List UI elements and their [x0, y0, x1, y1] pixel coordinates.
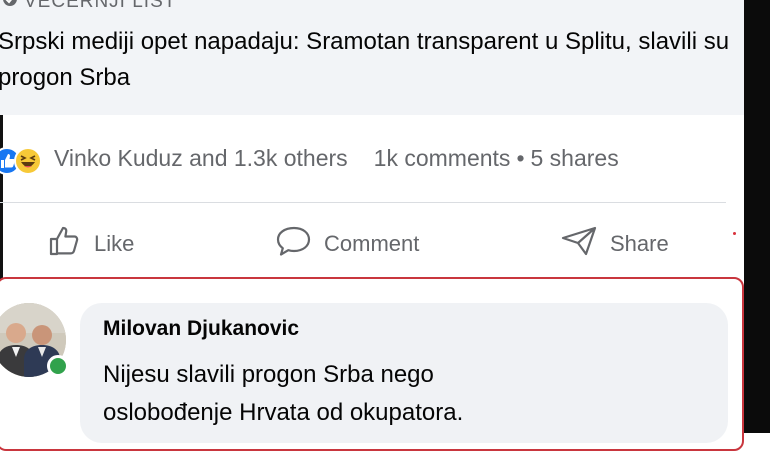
share-button[interactable]: Share	[560, 222, 669, 266]
comment-bubble-icon	[276, 225, 312, 263]
source-logo-icon	[2, 0, 18, 13]
link-preview-card[interactable]: VEČERNJI LIST Srpski mediji opet napadaj…	[0, 0, 744, 115]
like-label: Like	[94, 231, 135, 256]
comment-line-1: Nijesu slavili progon Srba nego	[103, 361, 434, 388]
send-share-icon	[560, 225, 598, 263]
stats-separator: •	[516, 144, 525, 171]
red-mark	[733, 232, 736, 235]
reactions-names[interactable]: Vinko Kuduz and 1.3k others	[54, 145, 348, 172]
comment-line-2: oslobođenje Hrvata od okupatora.	[103, 399, 464, 426]
link-headline[interactable]: Srpski mediji opet napadaju: Sramotan tr…	[0, 24, 738, 96]
post-stats: 1k comments • 5 shares	[374, 145, 619, 172]
comment-author-name[interactable]: Milovan Djukanovic	[103, 317, 299, 341]
like-button[interactable]: Like	[48, 222, 134, 266]
haha-icon	[14, 147, 42, 175]
thumbs-up-icon	[48, 225, 82, 263]
share-label: Share	[610, 231, 669, 256]
online-status-indicator	[47, 355, 69, 377]
reaction-icons[interactable]	[0, 143, 46, 175]
comment-button[interactable]: Comment	[276, 222, 419, 266]
source-name: VEČERNJI LIST	[24, 0, 177, 12]
comment-body: Nijesu slavili progon Srba nego oslobođe…	[103, 356, 463, 432]
shares-count[interactable]: 5 shares	[531, 145, 619, 172]
reactions-summary: Vinko Kuduz and 1.3k others 1k comments …	[0, 140, 744, 176]
post-actions: Like Comment Share	[0, 222, 740, 266]
source-row: VEČERNJI LIST	[2, 0, 176, 13]
comments-count[interactable]: 1k comments	[374, 145, 511, 172]
comment-label: Comment	[324, 231, 420, 256]
right-edge-strip	[744, 0, 770, 433]
divider	[0, 202, 726, 203]
